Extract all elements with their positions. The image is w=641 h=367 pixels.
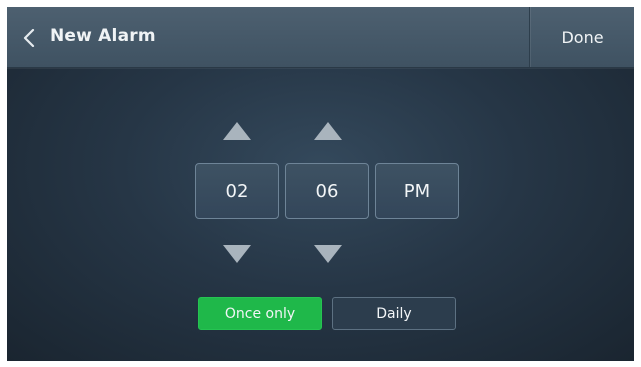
page-title: New Alarm [50,26,156,46]
daily-button[interactable]: Daily [332,297,456,330]
header-divider [529,7,530,67]
am-pm-field[interactable]: PM [375,163,459,219]
minute-up-arrow-icon[interactable] [313,121,343,141]
alarm-screen: New Alarm Done 02 06 PM Once only Daily [7,7,634,361]
back-button[interactable]: New Alarm [7,7,177,67]
minute-field[interactable]: 06 [285,163,369,219]
hour-up-arrow-icon[interactable] [222,121,252,141]
hour-down-arrow-icon[interactable] [222,244,252,264]
hour-field[interactable]: 02 [195,163,279,219]
header-bar: New Alarm Done [7,7,634,68]
minute-down-arrow-icon[interactable] [313,244,343,264]
once-only-button[interactable]: Once only [198,297,322,330]
done-button[interactable]: Done [531,7,634,67]
chevron-left-icon [23,29,35,47]
